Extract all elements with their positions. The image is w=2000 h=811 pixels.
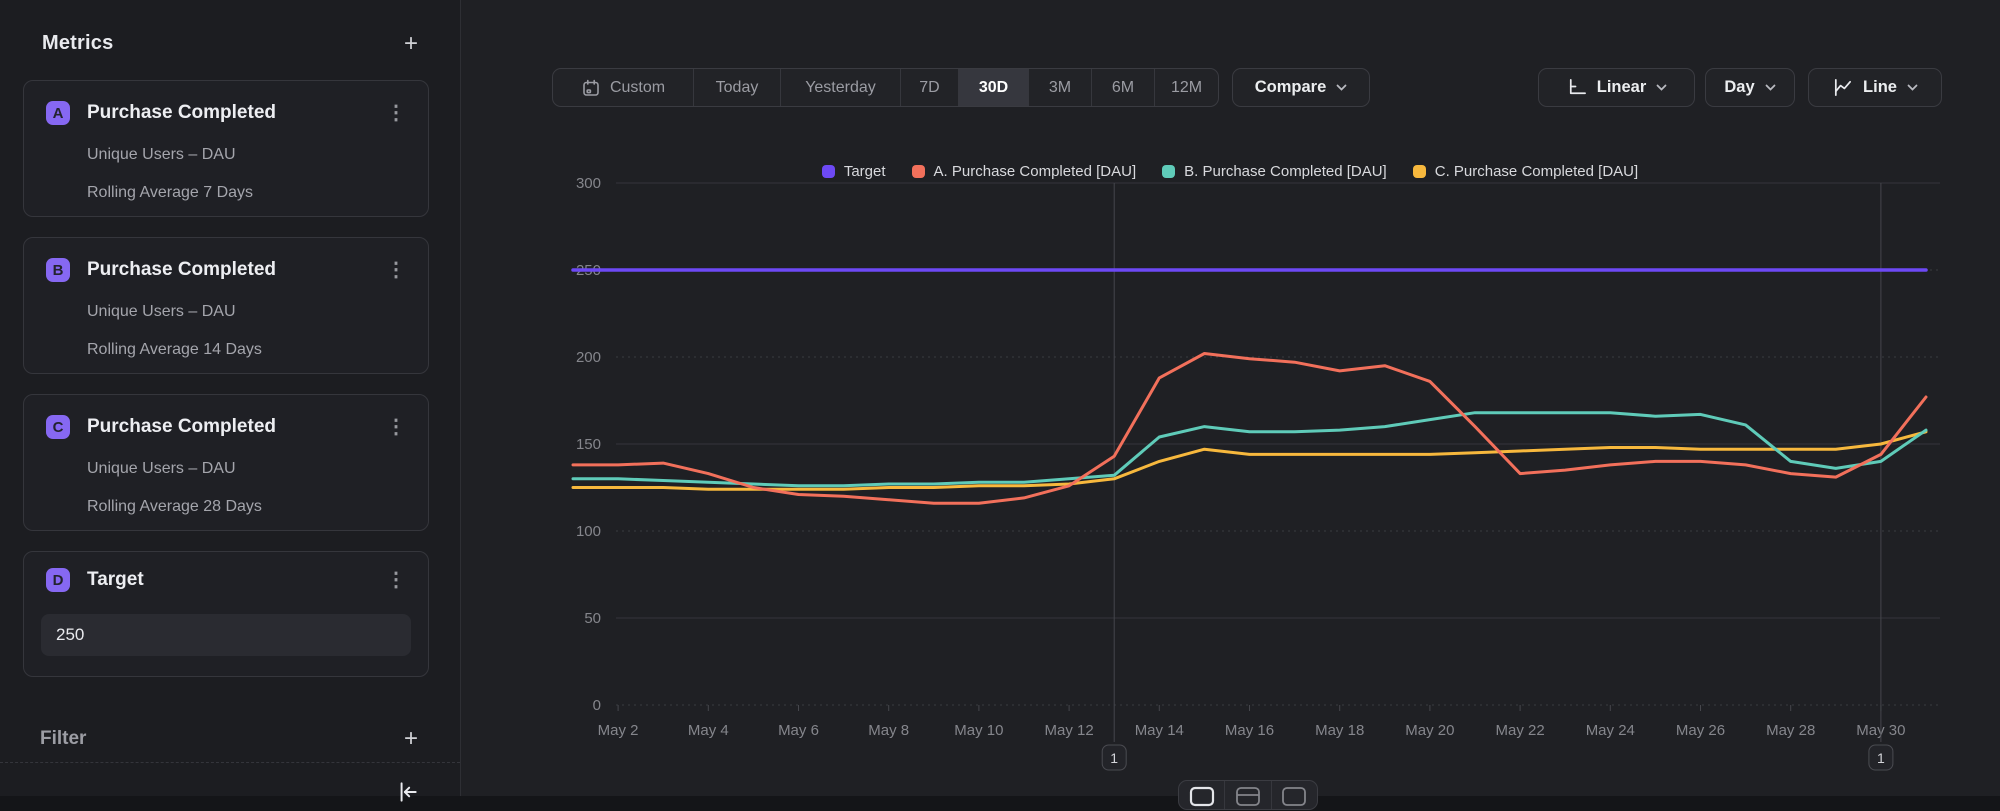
x-axis-tick-label: May 12	[1044, 722, 1093, 739]
chart-layout-toggle	[1178, 780, 1318, 810]
y-axis-tick-label: 150	[576, 436, 601, 453]
layout-option-split[interactable]	[1224, 781, 1270, 809]
x-axis-tick-label: May 24	[1586, 722, 1635, 739]
x-axis-tick-label: May 22	[1495, 722, 1544, 739]
annotation-badge-label: 1	[1110, 750, 1118, 766]
annotation-badge-label: 1	[1877, 750, 1885, 766]
x-axis-tick-label: May 10	[954, 722, 1003, 739]
y-axis-tick-label: 200	[576, 349, 601, 366]
x-axis-tick-label: May 2	[598, 722, 639, 739]
layout-compact-icon	[1281, 786, 1307, 808]
x-axis-tick-label: May 6	[778, 722, 819, 739]
y-axis-tick-label: 100	[576, 523, 601, 540]
layout-option-full[interactable]	[1179, 781, 1224, 809]
x-axis-tick-label: May 28	[1766, 722, 1815, 739]
x-axis-tick-label: May 14	[1135, 722, 1184, 739]
x-axis-tick-label: May 8	[868, 722, 909, 739]
series-line-a	[573, 354, 1926, 504]
x-axis-tick-label: May 4	[688, 722, 729, 739]
x-axis-tick-label: May 18	[1315, 722, 1364, 739]
x-axis-tick-label: May 16	[1225, 722, 1274, 739]
metrics-line-chart: 050100150200250300May 2May 4May 6May 8Ma…	[0, 0, 2000, 796]
layout-full-icon	[1189, 786, 1215, 808]
x-axis-tick-label: May 20	[1405, 722, 1454, 739]
y-axis-tick-label: 300	[576, 175, 601, 192]
layout-option-compact[interactable]	[1271, 781, 1317, 809]
series-line-c	[573, 432, 1926, 489]
y-axis-tick-label: 50	[584, 610, 601, 627]
x-axis-tick-label: May 26	[1676, 722, 1725, 739]
metrics-report-page: Metrics + A Purchase Completed ⋮ Unique …	[0, 0, 2000, 796]
y-axis-tick-label: 0	[593, 697, 601, 714]
layout-split-icon	[1235, 786, 1261, 808]
